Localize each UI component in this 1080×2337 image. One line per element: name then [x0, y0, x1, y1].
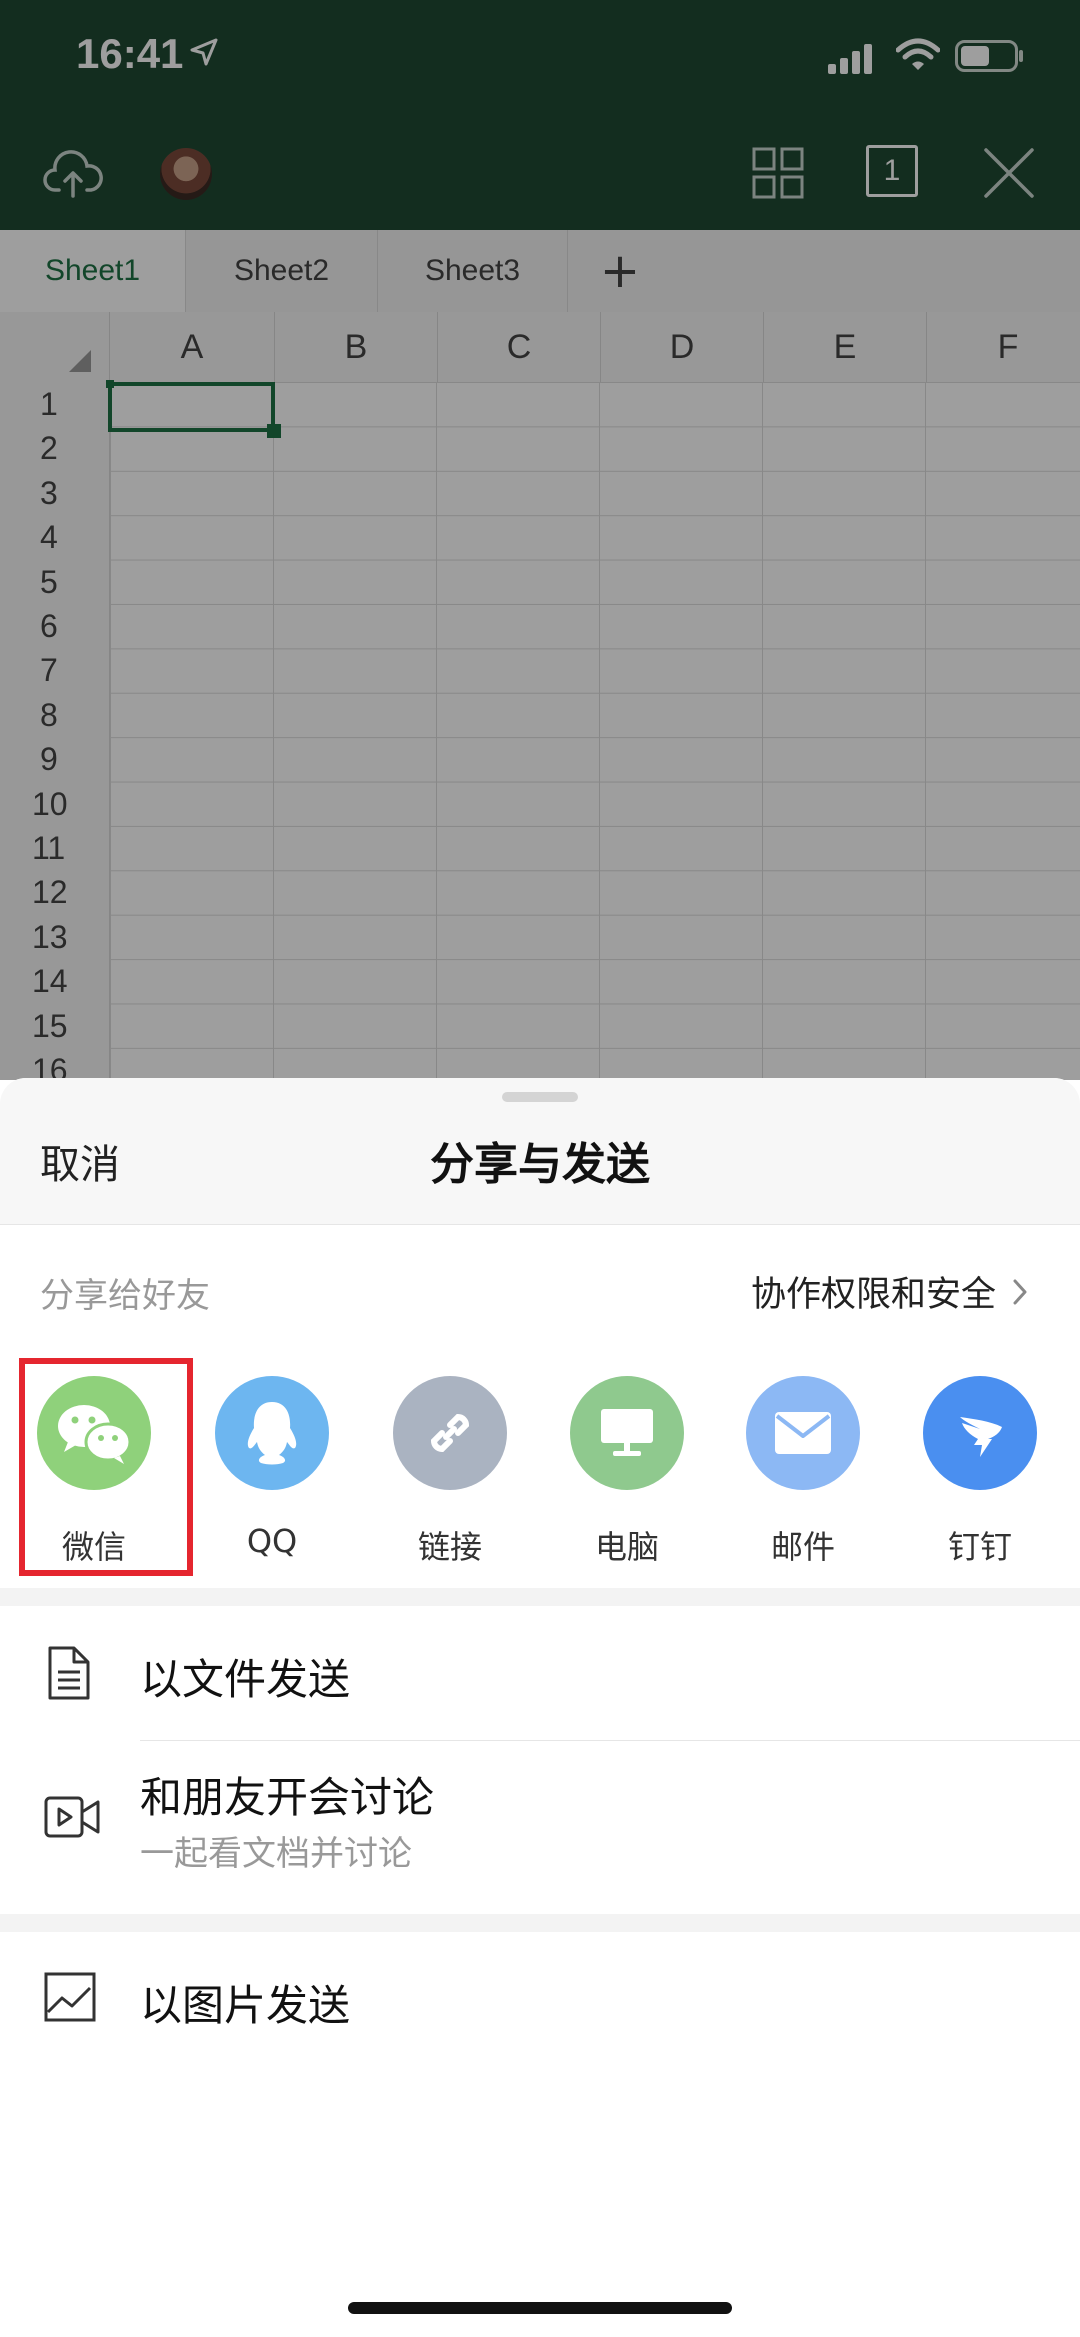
- home-indicator[interactable]: [348, 2302, 732, 2314]
- meeting-title: 和朋友开会讨论: [140, 1773, 435, 1822]
- send-as-image-row[interactable]: 以图片发送: [0, 1932, 1080, 2067]
- link-label: 链接: [417, 1528, 482, 1566]
- cancel-button[interactable]: 取消: [40, 1132, 120, 1190]
- qq-icon: [215, 1376, 329, 1490]
- highlight-box: [19, 1358, 193, 1576]
- dingtalk-icon: [923, 1376, 1037, 1490]
- send-as-image-label: 以图片发送: [140, 1981, 351, 2030]
- meeting-discuss-row[interactable]: 和朋友开会讨论 一起看文档并讨论: [0, 1742, 1080, 1892]
- share-sheet-title: 分享与发送: [430, 1139, 650, 1190]
- share-mail-button[interactable]: 邮件: [714, 1358, 892, 1568]
- meeting-subtitle: 一起看文档并讨论: [140, 1834, 412, 1874]
- mail-icon: [746, 1376, 860, 1490]
- share-sheet-header: 分享与发送 取消: [0, 1078, 1080, 1225]
- section-separator: [0, 1914, 1080, 1932]
- dingtalk-label: 钉钉: [947, 1528, 1012, 1566]
- computer-label: 电脑: [594, 1528, 659, 1566]
- share-to-friends-label: 分享给好友: [40, 1276, 210, 1316]
- permissions-link-label: 协作权限和安全: [750, 1275, 996, 1315]
- video-camera-icon: [44, 1796, 100, 1838]
- qq-label: QQ: [246, 1522, 298, 1560]
- section-separator: [0, 1588, 1080, 1606]
- share-dingtalk-button[interactable]: 钉钉: [891, 1358, 1069, 1568]
- share-link-button[interactable]: 链接: [361, 1358, 539, 1568]
- chevron-right-icon: [1013, 1279, 1027, 1304]
- send-as-file-label: 以文件发送: [140, 1655, 351, 1704]
- link-icon: [393, 1376, 507, 1490]
- divider: [140, 1740, 1080, 1741]
- drag-handle[interactable]: [502, 1092, 578, 1102]
- modal-backdrop[interactable]: [0, 0, 1080, 1080]
- send-as-file-row[interactable]: 以文件发送: [0, 1606, 1080, 1741]
- document-icon: [48, 1646, 90, 1700]
- share-qq-button[interactable]: QQ: [183, 1358, 361, 1560]
- image-icon: [44, 1972, 96, 2022]
- share-computer-button[interactable]: 电脑: [538, 1358, 716, 1568]
- permissions-security-link[interactable]: 协作权限和安全: [751, 1266, 1028, 1317]
- mail-label: 邮件: [770, 1528, 835, 1566]
- share-bottom-sheet: 分享与发送 取消 分享给好友 协作权限和安全 微信 QQ 链接 电脑 邮件 钉钉…: [0, 1078, 1080, 2337]
- computer-icon: [570, 1376, 684, 1490]
